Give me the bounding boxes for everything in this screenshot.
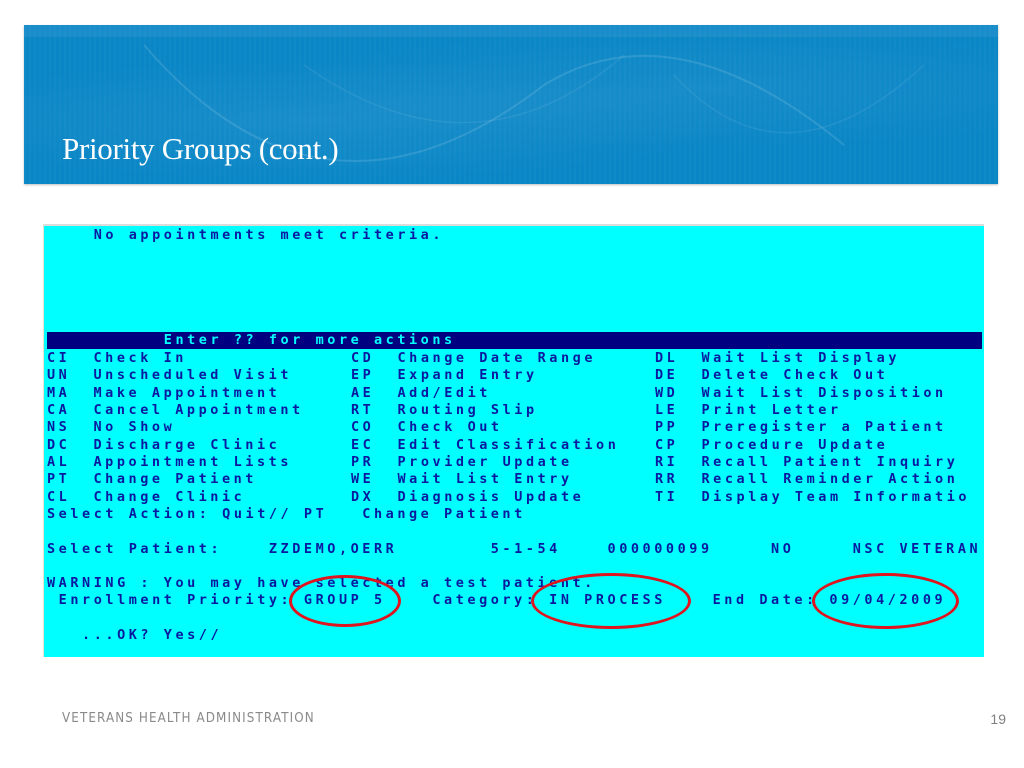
action-label: Expand Entry bbox=[397, 367, 538, 384]
action-code: EP bbox=[351, 367, 375, 384]
terminal-screen[interactable]: No appointments meet criteria. Enter ?? … bbox=[43, 224, 984, 657]
action-label: Delete Check Out bbox=[701, 367, 889, 384]
title-banner: Priority Groups (cont.) bbox=[24, 25, 998, 184]
action-item-cp[interactable]: CP Procedure Update bbox=[655, 436, 885, 454]
action-label: Recall Reminder Action bbox=[701, 471, 959, 488]
action-code: PR bbox=[351, 454, 375, 471]
action-item-dc[interactable]: DC Discharge Clinic bbox=[47, 436, 277, 454]
action-code: CP bbox=[655, 436, 679, 453]
action-label: Make Appointment bbox=[93, 384, 281, 401]
action-item-rr[interactable]: RR Recall Reminder Action bbox=[655, 471, 955, 488]
page-number: 19 bbox=[990, 711, 1006, 727]
action-code: RT bbox=[351, 402, 375, 419]
action-item-we[interactable]: WE Wait List Entry bbox=[351, 471, 569, 488]
action-code: DE bbox=[655, 367, 679, 384]
action-label: Diagnosis Update bbox=[397, 488, 585, 505]
action-label: Change Clinic bbox=[93, 488, 246, 505]
action-code: UN bbox=[47, 367, 71, 384]
action-code: DX bbox=[351, 488, 375, 505]
action-code: EC bbox=[351, 436, 375, 453]
action-item-ri[interactable]: RI Recall Patient Inquiry bbox=[655, 454, 955, 471]
action-label: Unscheduled Visit bbox=[93, 367, 293, 384]
select-action-prompt[interactable]: Select Action: Quit// PT Change Patient bbox=[47, 506, 526, 523]
action-item-rt[interactable]: RT Routing Slip bbox=[351, 402, 534, 419]
action-label: Print Letter bbox=[701, 402, 842, 419]
action-item-wd[interactable]: WD Wait List Disposition bbox=[655, 384, 943, 402]
action-code: LE bbox=[655, 402, 679, 419]
action-label: Edit Classification bbox=[397, 436, 620, 453]
action-item-al[interactable]: AL Appointment Lists bbox=[47, 454, 288, 471]
action-code: WE bbox=[351, 471, 375, 488]
action-code: CA bbox=[47, 402, 71, 419]
select-patient-prompt[interactable]: Select Patient: ZZDEMO,OERR 5-1-54 00000… bbox=[47, 541, 981, 558]
action-item-pt[interactable]: PT Change Patient bbox=[47, 471, 253, 488]
action-label: Preregister a Patient bbox=[701, 419, 947, 436]
action-item-co[interactable]: CO Check Out bbox=[351, 419, 499, 436]
action-code: PT bbox=[47, 471, 71, 488]
action-item-ti[interactable]: TI Display Team Informatio bbox=[655, 488, 967, 506]
action-label: Wait List Disposition bbox=[701, 384, 947, 401]
action-label: Cancel Appointment bbox=[93, 402, 304, 419]
annotation-circle-category bbox=[531, 573, 691, 629]
action-item-dx[interactable]: DX Diagnosis Update bbox=[351, 488, 581, 506]
footer-org: VETERANS HEALTH ADMINISTRATION bbox=[62, 711, 315, 726]
action-code: TI bbox=[655, 488, 679, 505]
action-code: AL bbox=[47, 454, 71, 471]
action-code: CO bbox=[351, 419, 375, 436]
action-label: Change Date Range bbox=[397, 350, 597, 366]
action-code: NS bbox=[47, 419, 71, 436]
action-item-dl[interactable]: DL Wait List Display bbox=[655, 350, 896, 367]
action-label: Check In bbox=[93, 350, 187, 366]
action-item-un[interactable]: UN Unscheduled Visit bbox=[47, 367, 288, 384]
action-label: No Show bbox=[93, 419, 176, 436]
action-label: Wait List Display bbox=[701, 350, 901, 366]
action-label: Provider Update bbox=[397, 454, 573, 471]
action-code: CL bbox=[47, 488, 71, 505]
action-code: DL bbox=[655, 350, 679, 366]
action-code: PP bbox=[655, 419, 679, 436]
annotation-circle-group bbox=[289, 575, 401, 627]
action-label: Change Patient bbox=[93, 471, 257, 488]
action-item-pp[interactable]: PP Preregister a Patient bbox=[655, 419, 943, 436]
action-item-ci[interactable]: CI Check In bbox=[47, 350, 183, 367]
action-label: Check Out bbox=[397, 419, 503, 436]
action-code: WD bbox=[655, 384, 679, 401]
action-code: CD bbox=[351, 350, 375, 366]
action-code: MA bbox=[47, 384, 71, 401]
action-label: Appointment Lists bbox=[93, 454, 293, 471]
action-code: DC bbox=[47, 436, 71, 453]
action-item-ec[interactable]: EC Edit Classification bbox=[351, 436, 616, 454]
action-item-ns[interactable]: NS No Show bbox=[47, 419, 172, 436]
action-label: Display Team Informatio bbox=[701, 488, 971, 505]
action-label: Wait List Entry bbox=[397, 471, 573, 488]
action-bar: Enter ?? for more actions bbox=[47, 332, 982, 349]
action-code: RI bbox=[655, 454, 679, 471]
terminal-message: No appointments meet criteria. bbox=[47, 227, 445, 243]
action-item-le[interactable]: LE Print Letter bbox=[655, 402, 838, 419]
annotation-circle-end-date bbox=[812, 573, 959, 629]
action-item-de[interactable]: DE Delete Check Out bbox=[655, 367, 885, 384]
action-item-ma[interactable]: MA Make Appointment bbox=[47, 384, 277, 402]
ok-prompt[interactable]: ...OK? Yes// bbox=[47, 627, 222, 644]
action-item-cd[interactable]: CD Change Date Range bbox=[351, 350, 592, 367]
action-item-ae[interactable]: AE Add/Edit bbox=[351, 384, 487, 402]
action-item-ep[interactable]: EP Expand Entry bbox=[351, 367, 534, 384]
action-item-cl[interactable]: CL Change Clinic bbox=[47, 488, 242, 506]
action-label: Procedure Update bbox=[701, 436, 889, 453]
action-bar-text: Enter ?? for more actions bbox=[47, 332, 456, 348]
action-label: Discharge Clinic bbox=[93, 436, 281, 453]
action-item-ca[interactable]: CA Cancel Appointment bbox=[47, 402, 300, 419]
action-label: Routing Slip bbox=[397, 402, 538, 419]
action-code: AE bbox=[351, 384, 375, 401]
action-label: Add/Edit bbox=[397, 384, 491, 401]
action-code: RR bbox=[655, 471, 679, 488]
slide-title: Priority Groups (cont.) bbox=[62, 131, 339, 166]
action-item-pr[interactable]: PR Provider Update bbox=[351, 454, 569, 471]
action-label: Recall Patient Inquiry bbox=[701, 454, 959, 471]
action-code: CI bbox=[47, 350, 71, 366]
